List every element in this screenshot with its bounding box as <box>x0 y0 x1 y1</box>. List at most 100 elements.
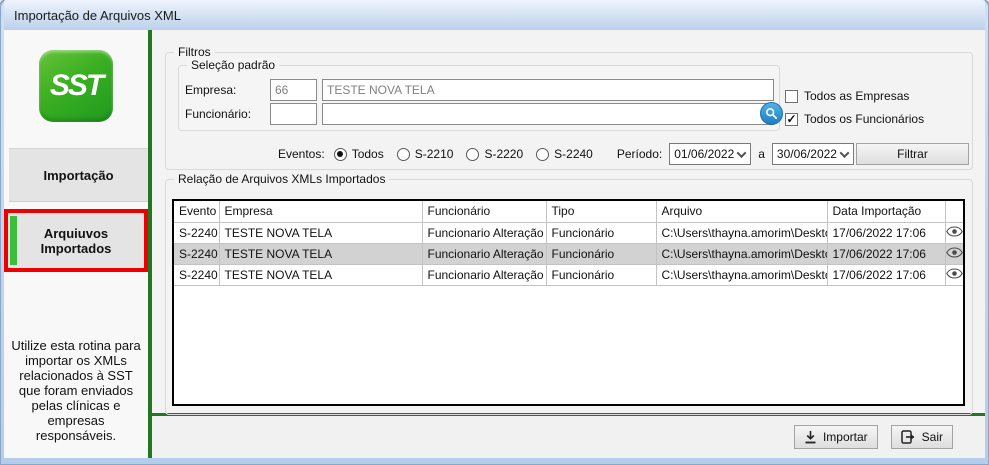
funcionario-name-field[interactable] <box>322 103 774 125</box>
filtrar-button[interactable]: Filtrar <box>856 143 969 165</box>
filter-checkboxes: ✓ Todos as Empresas ✓ Todos os Funcionár… <box>785 89 924 126</box>
sidebar-item-label: Importação <box>43 167 114 183</box>
periodo-label: Período: <box>616 147 663 161</box>
radio-icon <box>466 147 480 161</box>
cell-empresa: TESTE NOVA TELA <box>219 243 423 265</box>
results-tbody: S-2240 TESTE NOVA TELA Funcionario Alteraç… <box>174 222 963 286</box>
cell-evento: S-2240 <box>174 264 220 286</box>
cell-empresa: TESTE NOVA TELA <box>219 222 423 244</box>
cell-empresa: TESTE NOVA TELA <box>219 264 423 286</box>
cell-arquivo: C:\Users\thayna.amorim\Deskto... <box>656 243 828 265</box>
radio-icon <box>333 147 347 161</box>
titlebar: Importação de Arquivos XML <box>4 0 985 30</box>
cell-funcionario: Funcionario Alteração ... <box>422 222 547 244</box>
filters-group-label: Filtros <box>174 45 215 59</box>
cell-evento: S-2240 <box>174 222 220 244</box>
chevron-down-icon <box>839 147 850 158</box>
exit-icon <box>900 430 914 444</box>
funcionario-code-field[interactable] <box>270 103 317 125</box>
view-xml-button[interactable] <box>945 264 963 286</box>
download-icon <box>805 431 816 444</box>
empresa-code-field[interactable] <box>270 79 317 101</box>
radio-todos[interactable]: Todos <box>333 147 384 161</box>
todas-empresas-label: Todos as Empresas <box>804 89 910 103</box>
importar-button[interactable]: Importar <box>793 425 878 449</box>
sst-logo-text: SST <box>49 69 104 102</box>
results-table: Evento Empresa Funcionário Tipo Arquivo Data … <box>172 199 965 406</box>
sidebar-item-arquivos-importados[interactable]: Arquiuvos Importados <box>8 213 144 268</box>
content-column: Filtros Seleção padrão Empresa: Funcioná… <box>152 30 985 458</box>
eventos-row: Eventos: Todos S-2210 S-2220 S-2240 Período… <box>166 143 972 165</box>
sst-logo: SST <box>39 50 113 122</box>
column-header[interactable] <box>945 201 963 223</box>
selection-group-label: Seleção padrão <box>187 58 280 72</box>
default-selection-groupbox: Seleção padrão Empresa: Funcionário: <box>178 58 783 131</box>
annotation-red-highlight-box: Arquiuvos Importados <box>4 209 148 272</box>
window-title: Importação de Arquivos XML <box>14 7 181 23</box>
todos-funcionarios-label: Todos os Funcionários <box>804 112 925 126</box>
table-row[interactable]: S-2240 TESTE NOVA TELA Funcionario Alteraç… <box>174 243 963 265</box>
funcionario-label: Funcionário: <box>185 107 252 121</box>
cell-arquivo: C:\Users\thayna.amorim\Deskto... <box>656 264 828 286</box>
radio-label: Todos <box>351 147 384 161</box>
eye-icon <box>945 267 963 279</box>
radio-icon <box>536 147 550 161</box>
column-header[interactable]: Empresa <box>219 201 423 223</box>
radio-icon <box>396 147 410 161</box>
filters-groupbox: Filtros Seleção padrão Empresa: Funcioná… <box>165 45 973 170</box>
eye-icon <box>945 246 963 258</box>
main-content: Filtros Seleção padrão Empresa: Funcioná… <box>152 30 985 415</box>
radio-s-2210[interactable]: S-2210 <box>396 147 453 161</box>
cell-tipo: Funcionário <box>546 264 657 286</box>
footer-bar: Importar Sair <box>152 416 985 458</box>
periodo-from-value: 01/06/2022 <box>674 147 735 161</box>
table-row[interactable]: S-2240 TESTE NOVA TELA Funcionario Alteraç… <box>174 222 963 244</box>
sidebar: SST Importação Arquiuvos Importados Util… <box>4 30 148 458</box>
cell-data: 17/06/2022 17:06 <box>827 222 946 244</box>
app-window: Importação de Arquivos XML SST Importaçã… <box>0 0 989 465</box>
eventos-radio-group: Todos S-2210 S-2220 S-2240 <box>325 147 593 161</box>
cell-tipo: Funcionário <box>546 222 657 244</box>
cell-tipo: Funcionário <box>546 243 657 265</box>
results-group-label: Relação de Arquivos XMLs Importados <box>174 172 390 186</box>
view-xml-button[interactable] <box>945 222 963 244</box>
column-header[interactable]: Evento <box>174 201 220 223</box>
checkbox-icon: ✓ <box>785 89 798 103</box>
sidebar-description: Utilize esta rotina para importar os XML… <box>11 338 141 443</box>
sair-label: Sair <box>921 430 943 444</box>
radio-label: S-2240 <box>554 147 593 161</box>
column-header[interactable]: Arquivo <box>656 201 828 223</box>
empresa-name-field[interactable] <box>322 79 774 101</box>
todas-empresas-checkbox[interactable]: ✓ Todos as Empresas <box>785 89 924 103</box>
search-icon[interactable] <box>760 102 783 125</box>
funcionario-row: Funcionário: <box>185 102 783 125</box>
radio-s-2240[interactable]: S-2240 <box>536 147 593 161</box>
periodo-to-datepicker[interactable]: 30/06/2022 <box>771 143 854 165</box>
results-groupbox: Relação de Arquivos XMLs Importados Even… <box>165 172 973 415</box>
cell-funcionario: Funcionario Alteração ... <box>422 264 547 286</box>
periodo-separator: a <box>758 147 765 161</box>
radio-s-2220[interactable]: S-2220 <box>466 147 523 161</box>
column-header[interactable]: Tipo <box>546 201 657 223</box>
cell-arquivo: C:\Users\thayna.amorim\Deskto... <box>656 222 828 244</box>
eventos-label: Eventos: <box>278 147 325 161</box>
column-header[interactable]: Funcionário <box>422 201 547 223</box>
sidebar-item-label: Arquiuvos Importados <box>40 225 112 256</box>
empresa-row: Empresa: <box>185 79 779 101</box>
todos-funcionarios-checkbox[interactable]: ✓ Todos os Funcionários <box>785 112 924 126</box>
cell-data: 17/06/2022 17:06 <box>827 243 946 265</box>
view-xml-button[interactable] <box>945 243 963 265</box>
column-header[interactable]: Data Importação <box>827 201 946 223</box>
chevron-down-icon <box>736 147 747 158</box>
importar-label: Importar <box>822 430 868 444</box>
sidebar-item-importacao[interactable]: Importação <box>9 148 148 202</box>
radio-label: S-2220 <box>484 147 524 161</box>
table-header-row: Evento Empresa Funcionário Tipo Arquivo Data … <box>174 201 963 223</box>
active-tab-indicator <box>10 216 17 265</box>
eye-icon <box>945 225 963 237</box>
table-row[interactable]: S-2240 TESTE NOVA TELA Funcionario Alteraç… <box>174 264 963 286</box>
cell-data: 17/06/2022 17:06 <box>827 264 946 286</box>
cell-evento: S-2240 <box>174 243 220 265</box>
sair-button[interactable]: Sair <box>890 425 953 449</box>
periodo-from-datepicker[interactable]: 01/06/2022 <box>669 143 752 165</box>
